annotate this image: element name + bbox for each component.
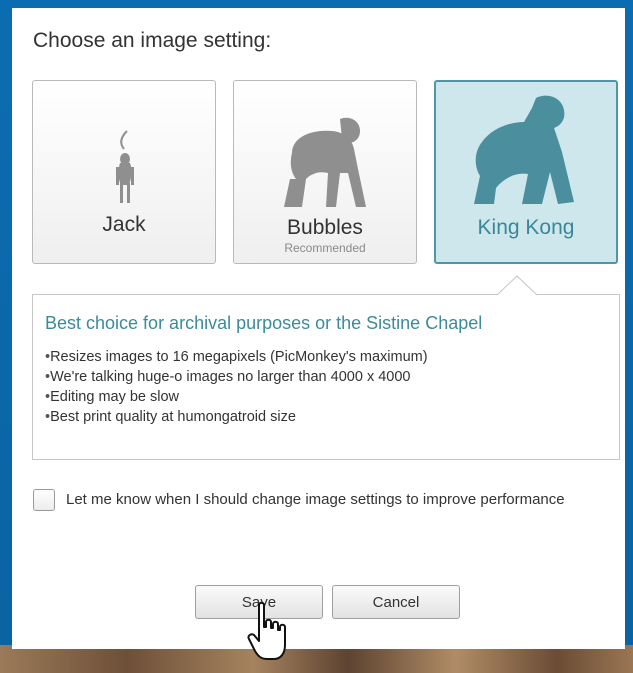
image-settings-dialog: Choose an image setting: Jack Bubbles Re… [12,8,625,649]
list-item: Editing may be slow [45,387,428,407]
list-item: We're talking huge-o images no larger th… [45,367,428,387]
notify-checkbox-label[interactable]: Let me know when I should change image s… [66,489,586,510]
gorilla-icon [474,95,574,204]
list-item: Best print quality at humongatroid size [45,407,428,427]
cancel-button[interactable]: Cancel [332,585,460,619]
option-label: King Kong [477,216,575,239]
description-bullets: Resizes images to 16 megapixels (PicMonk… [45,347,428,427]
chimpanzee-icon [284,117,366,207]
description-title: Best choice for archival purposes or the… [45,313,483,333]
option-jack[interactable]: Jack [32,80,216,264]
option-label: Jack [102,213,146,236]
monkey-icon [116,130,134,203]
background-photo-strip [0,645,633,673]
option-sublabel: Recommended [284,241,366,255]
dialog-heading: Choose an image setting: [33,29,272,52]
option-bubbles[interactable]: Bubbles Recommended [233,80,417,264]
option-king-kong[interactable]: King Kong [434,80,618,264]
option-label: Bubbles [287,216,363,239]
list-item: Resizes images to 16 megapixels (PicMonk… [45,347,427,367]
callout-pointer [497,275,537,296]
notify-checkbox[interactable] [33,489,55,511]
setting-description-panel: Best choice for archival purposes or the… [32,294,620,460]
hand-cursor-icon [247,601,286,660]
